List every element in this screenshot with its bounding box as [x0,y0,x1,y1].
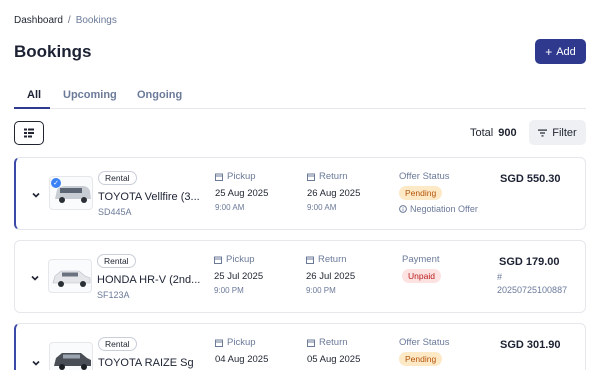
negotiation-note-text: Negotiation Offer [410,204,478,214]
pickup-label-text: Pickup [226,254,255,265]
rental-tag: Rental [98,171,137,185]
total-count: Total 900 [470,127,517,139]
pickup-date: 04 Aug 2025 [215,354,269,365]
return-time: 9:00 AM [307,203,337,212]
filter-label: Filter [552,126,577,139]
pickup-time: 9:00 AM [215,203,245,212]
suv-image [54,353,91,370]
calendar-icon [215,339,223,347]
return-label: Return [307,171,348,182]
status-badge: Pending [399,186,443,200]
page-title: Bookings [14,42,92,61]
pickup-label-text: Pickup [227,337,256,348]
return-label-text: Return [318,254,347,265]
return-label: Return [307,337,348,348]
return-time: 9:00 PM [306,286,336,295]
add-button[interactable]: + Add [535,39,586,64]
booking-card[interactable]: Rental HONDA HR-V (2nd... SF123A Pickup … [14,240,586,313]
car-name[interactable]: TOYOTA Vellfire (3... [98,191,200,203]
verified-icon: ✓ [51,178,61,188]
calendar-icon [307,173,315,181]
offer-status-label: Offer Status [399,171,450,182]
status-badge: Unpaid [402,269,441,283]
pickup-label-text: Pickup [227,171,256,182]
return-date: 26 Aug 2025 [307,188,361,199]
car-name[interactable]: HONDA HR-V (2nd... [97,274,200,286]
list-view-icon [24,128,34,138]
reference-number: 20250725100887 [497,285,568,295]
status-badge: Pending [399,352,443,366]
return-label-text: Return [319,171,348,182]
rental-tag: Rental [98,337,137,351]
view-toggle-button[interactable] [14,121,44,145]
return-date: 26 Jul 2025 [306,271,356,282]
pickup-date: 25 Aug 2025 [215,188,269,199]
pickup-label: Pickup [214,254,255,265]
car-thumbnail: ✓ [49,176,93,210]
calendar-icon [306,256,314,264]
chevron-down-icon[interactable] [30,273,40,283]
total-value: 900 [498,127,517,139]
breadcrumb: Dashboard / Bookings [14,15,117,26]
tab-upcoming[interactable]: Upcoming [63,89,117,101]
calendar-icon [307,339,315,347]
pickup-date: 25 Jul 2025 [214,271,264,282]
plus-icon: + [545,44,553,59]
breadcrumb-bookings: Bookings [75,15,117,26]
pickup-label: Pickup [215,337,256,348]
breadcrumb-separator: / [67,15,71,26]
return-label: Return [306,254,347,265]
rental-tag: Rental [97,254,136,268]
breadcrumb-dashboard[interactable]: Dashboard [14,15,63,26]
return-label-text: Return [319,337,348,348]
chevron-down-icon[interactable] [31,190,41,200]
booking-card[interactable]: ✓ Rental TOYOTA Vellfire (3... SD445A Pi… [14,157,586,230]
calendar-icon [214,256,222,264]
booking-card[interactable]: Rental TOYOTA RAIZE Sg Pickup 04 Aug 202… [14,323,586,370]
booking-price: SGD 301.90 [500,339,561,351]
car-thumbnail [49,342,93,370]
negotiation-note: Negotiation Offer [399,204,478,214]
offer-status-label: Offer Status [399,337,450,348]
chevron-down-icon[interactable] [31,358,41,368]
booking-price: SGD 179.00 [499,256,560,268]
add-button-label: Add [556,45,576,58]
info-icon [399,205,407,213]
tab-ongoing[interactable]: Ongoing [137,89,182,101]
filter-icon [538,129,548,136]
pickup-time: 9:00 PM [214,286,244,295]
return-date: 05 Aug 2025 [307,354,361,365]
reference-hash: # [497,272,503,282]
car-thumbnail [48,259,92,293]
total-label: Total [470,127,494,139]
payment-label: Payment [402,254,440,265]
car-plate: SD445A [98,207,132,217]
pickup-label: Pickup [215,171,256,182]
calendar-icon [215,173,223,181]
tab-all[interactable]: All [27,89,41,101]
booking-price: SGD 550.30 [500,173,561,185]
suv-image [52,270,91,287]
tabs: All Upcoming Ongoing [14,84,586,109]
car-name[interactable]: TOYOTA RAIZE Sg [98,357,194,369]
active-tab-indicator [14,107,50,109]
car-plate: SF123A [97,290,130,300]
filter-button[interactable]: Filter [529,120,586,145]
